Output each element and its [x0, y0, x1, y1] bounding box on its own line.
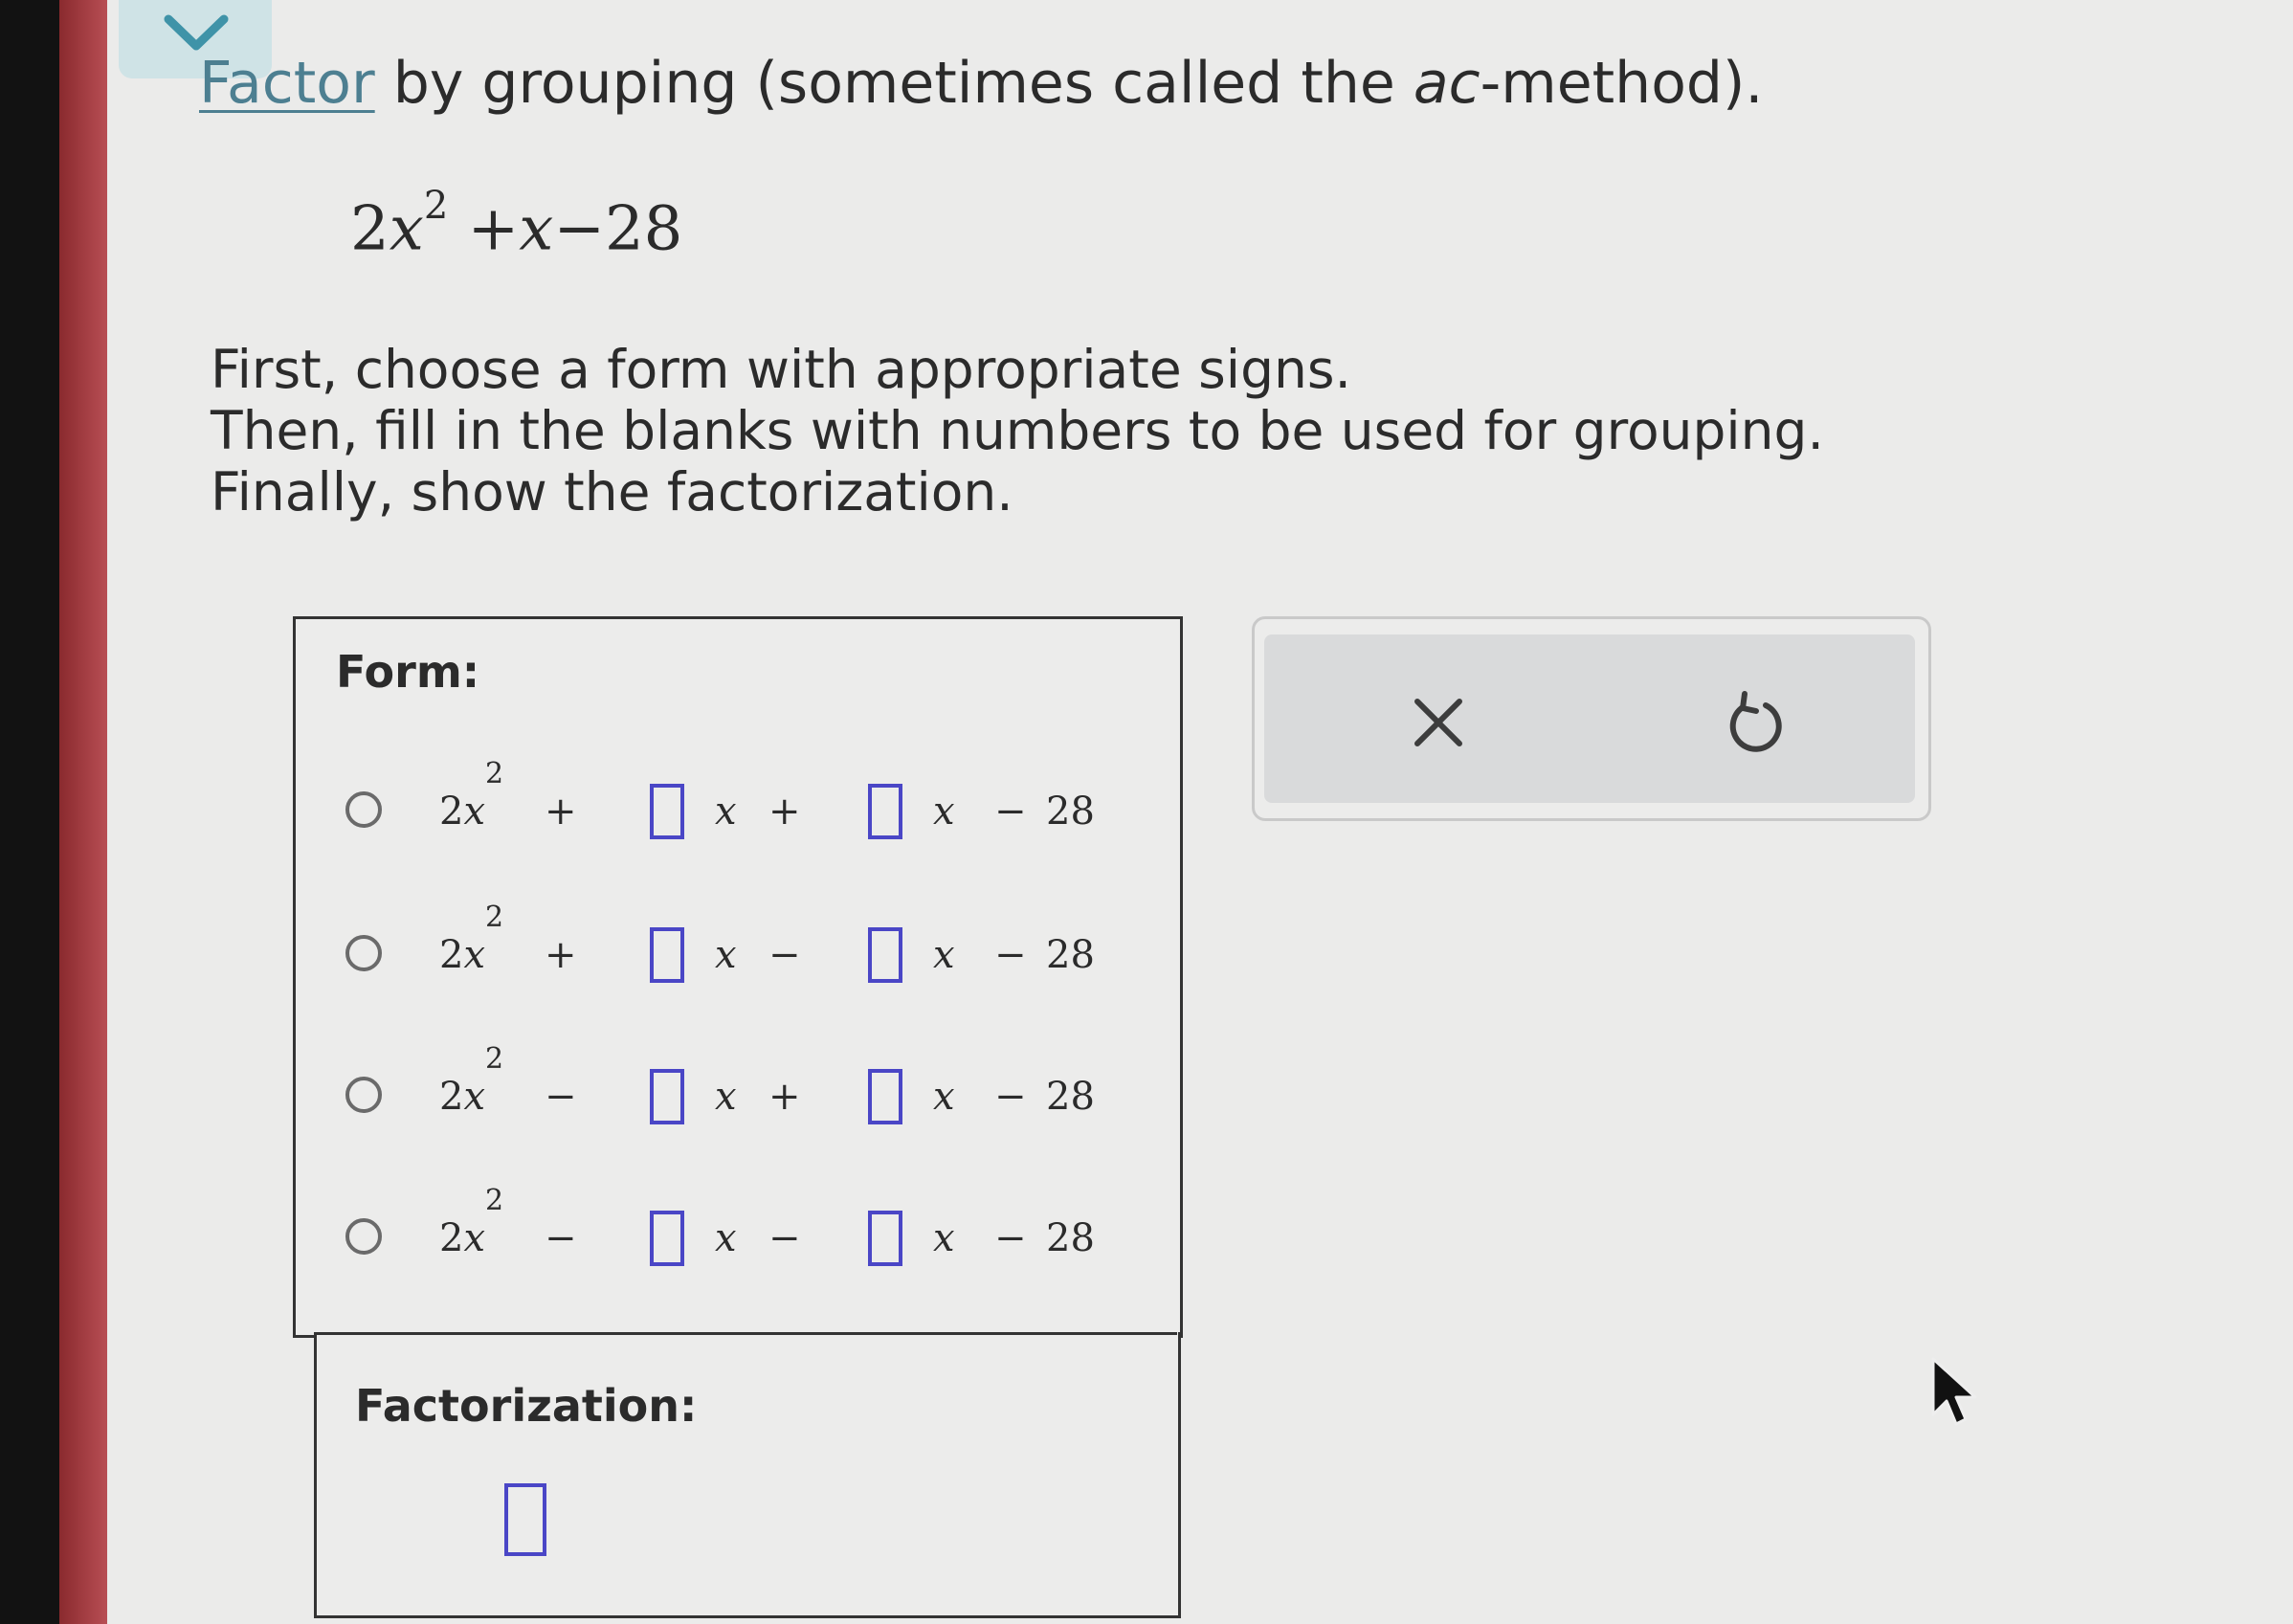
blank-coefficient-1[interactable] [650, 927, 684, 983]
problem-title: Factor by grouping (sometimes called the… [199, 50, 1764, 117]
sign-1: − [545, 1216, 577, 1260]
blank-coefficient-1[interactable] [650, 1211, 684, 1266]
form-option-3[interactable]: 2x 2 − x + x − 28 [296, 1042, 1157, 1146]
x-term: x [715, 790, 737, 834]
blank-coefficient-2[interactable] [868, 1211, 902, 1266]
x-term: x [715, 1075, 737, 1119]
radio-option-3[interactable] [345, 1077, 382, 1113]
sign-3: − [994, 1075, 1027, 1119]
exponent: 2 [485, 1184, 504, 1217]
x-term: x [933, 790, 955, 834]
toolbar-inner [1264, 634, 1915, 803]
chevron-down-icon [164, 14, 229, 51]
polynomial-expression: 2x2 +x−28 [350, 184, 683, 265]
sign-1: + [545, 933, 577, 977]
panel-divider [314, 1332, 1177, 1335]
leading-term: 2x [439, 1075, 486, 1119]
constant-term: 28 [1046, 790, 1095, 834]
factorization-panel: Factorization: [314, 1332, 1181, 1618]
constant-term: 28 [1046, 1216, 1095, 1260]
radio-option-4[interactable] [345, 1218, 382, 1255]
sign-2: − [768, 1216, 801, 1260]
sign-3: − [994, 790, 1027, 834]
undo-button[interactable] [1716, 684, 1792, 761]
factor-link[interactable]: Factor [199, 50, 375, 117]
sign-3: − [994, 1216, 1027, 1260]
sign-1: + [545, 790, 577, 834]
blank-coefficient-1[interactable] [650, 1069, 684, 1124]
x-term: x [933, 1075, 955, 1119]
constant-term: 28 [1046, 1075, 1095, 1119]
mouse-cursor-icon [1931, 1357, 1977, 1426]
form-panel: Form: 2x 2 + x + x − 28 2x 2 + x − x − 2… [293, 616, 1183, 1338]
constant-term: 28 [1046, 933, 1095, 977]
sign-2: + [768, 790, 801, 834]
close-icon [1414, 699, 1462, 746]
factorization-label: Factorization: [355, 1380, 698, 1432]
undo-icon [1729, 691, 1782, 752]
instruction-line-2: Then, fill in the blanks with numbers to… [211, 400, 1824, 461]
x-term: x [933, 933, 955, 977]
leading-term: 2x [439, 1216, 486, 1260]
leading-term: 2x [439, 933, 486, 977]
instruction-line-3: Finally, show the factorization. [211, 461, 1013, 523]
instruction-line-1: First, choose a form with appropriate si… [211, 339, 1351, 400]
sign-3: − [994, 933, 1027, 977]
blank-coefficient-2[interactable] [868, 784, 902, 839]
sign-2: + [768, 1075, 801, 1119]
sign-2: − [768, 933, 801, 977]
radio-option-2[interactable] [345, 935, 382, 971]
form-option-1[interactable]: 2x 2 + x + x − 28 [296, 757, 1157, 860]
blank-coefficient-2[interactable] [868, 927, 902, 983]
factorization-input[interactable] [504, 1483, 546, 1556]
leading-term: 2x [439, 790, 486, 834]
clear-button[interactable] [1400, 684, 1477, 761]
form-option-4[interactable]: 2x 2 − x − x − 28 [296, 1184, 1157, 1287]
screen-bezel [0, 0, 59, 1624]
blank-coefficient-2[interactable] [868, 1069, 902, 1124]
blank-coefficient-1[interactable] [650, 784, 684, 839]
form-option-2[interactable]: 2x 2 + x − x − 28 [296, 901, 1157, 1004]
side-accent-strip [59, 0, 107, 1624]
x-term: x [933, 1216, 955, 1260]
x-term: x [715, 1216, 737, 1260]
radio-option-1[interactable] [345, 791, 382, 828]
exponent: 2 [485, 901, 504, 934]
exponent: 2 [485, 757, 504, 790]
answer-toolbar [1252, 616, 1931, 821]
exponent: 2 [485, 1042, 504, 1076]
x-term: x [715, 933, 737, 977]
sign-1: − [545, 1075, 577, 1119]
form-label: Form: [336, 646, 480, 698]
